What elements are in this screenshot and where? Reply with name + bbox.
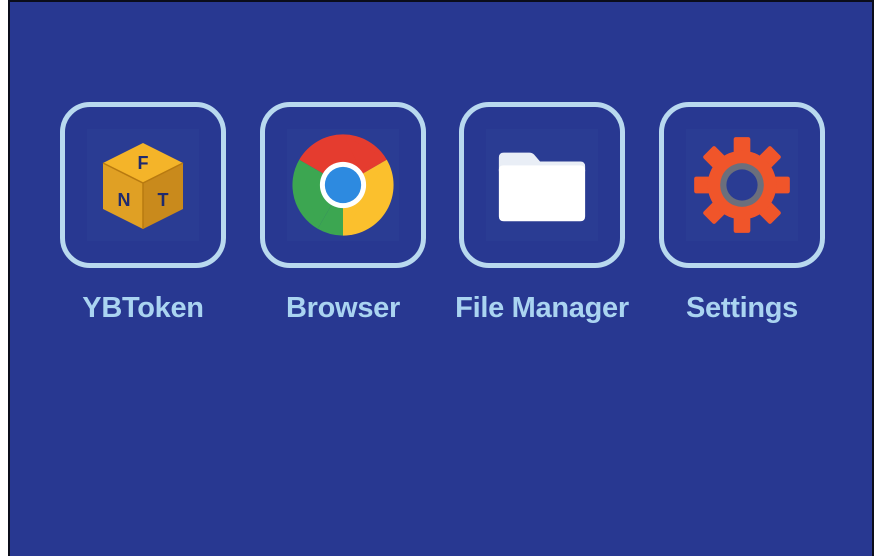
- home-screen: F N T YBToken Browser File Manager Setti…: [8, 0, 874, 556]
- app-settings[interactable]: Settings: [654, 102, 830, 325]
- app-label-settings[interactable]: Settings: [686, 292, 798, 325]
- cube-letter-top: F: [138, 153, 149, 173]
- folder-icon: [498, 152, 586, 222]
- app-label-browser[interactable]: Browser: [286, 292, 400, 325]
- icon-background: [686, 129, 798, 241]
- app-tile[interactable]: [459, 102, 625, 268]
- icon-background: F N T: [87, 129, 199, 241]
- cube-letter-right: T: [158, 190, 169, 210]
- app-browser[interactable]: Browser: [255, 102, 431, 325]
- app-label-ybtoken[interactable]: YBToken: [82, 292, 204, 325]
- chrome-icon: [292, 134, 394, 236]
- app-tile[interactable]: [659, 102, 825, 268]
- icon-background: [486, 129, 598, 241]
- app-tile[interactable]: F N T: [60, 102, 226, 268]
- app-label-file-manager[interactable]: File Manager: [455, 292, 629, 325]
- app-tile[interactable]: [260, 102, 426, 268]
- cube-icon: F N T: [102, 143, 184, 229]
- app-ybtoken[interactable]: F N T YBToken: [55, 102, 231, 325]
- cube-letter-left: N: [118, 190, 131, 210]
- gear-icon: [694, 137, 790, 233]
- icon-background: [287, 129, 399, 241]
- app-file-manager[interactable]: File Manager: [454, 102, 630, 325]
